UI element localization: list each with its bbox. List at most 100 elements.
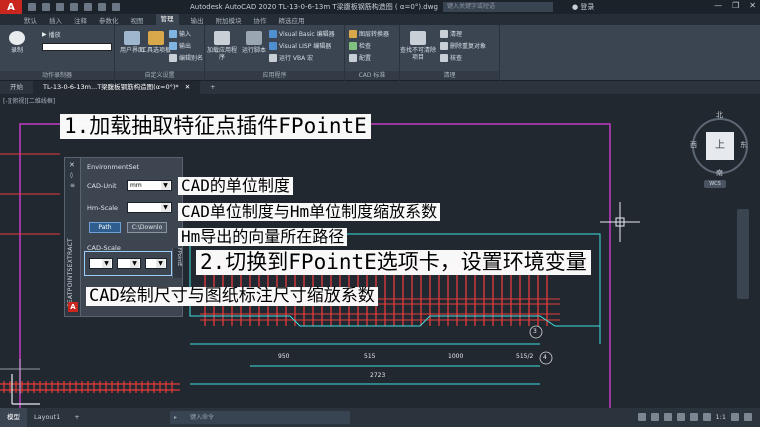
path-button[interactable]: Path (89, 222, 121, 233)
overkill-button[interactable]: 删除重复对象 (440, 41, 486, 50)
lisp-editor-icon (269, 41, 277, 50)
layer-translator-button[interactable]: 图层转换器 (349, 29, 389, 38)
ribbon-tab[interactable]: 注释 (74, 15, 87, 25)
check-button[interactable]: 检查 (349, 41, 371, 50)
export-button[interactable]: 输出 (169, 41, 191, 50)
compass-east[interactable]: 东 (740, 140, 747, 150)
play-button[interactable]: ▶ 播放 (42, 30, 61, 39)
audit-button[interactable]: 核查 (440, 53, 462, 62)
group-label: 清理 (400, 71, 499, 80)
edit-alias-icon (169, 53, 177, 62)
lineweight-icon[interactable] (702, 413, 711, 421)
ribbon-tab[interactable]: 参数化 (99, 15, 119, 25)
compass-west[interactable]: 西 (690, 140, 697, 150)
login-button[interactable]: ● 登录 (572, 2, 594, 12)
snap-icon[interactable] (650, 413, 659, 421)
vb-editor-button[interactable]: Visual Basic 编辑器 (269, 29, 335, 38)
import-icon (169, 29, 177, 38)
ribbon-tab[interactable]: 精选应用 (279, 15, 305, 25)
run-vba-button[interactable]: 运行 VBA 宏 (269, 53, 313, 62)
run-script-button[interactable]: 运行脚本 (239, 31, 269, 54)
lisp-editor-label: Visual LISP 编辑器 (279, 43, 332, 50)
annotation-scale-label[interactable]: 1:1 (716, 413, 726, 421)
cad-unit-dropdown[interactable]: mm ▼ (127, 180, 172, 191)
macro-dropdown[interactable] (42, 43, 112, 51)
palette-side-tab[interactable]: FPointE (172, 248, 182, 278)
open-icon[interactable] (42, 3, 50, 11)
osnap-icon[interactable] (689, 413, 698, 421)
viewcube-top-face[interactable]: 上 (706, 132, 734, 160)
ribbon-tab[interactable]: 视图 (131, 15, 144, 25)
configure-button[interactable]: 配置 (349, 53, 371, 62)
vb-editor-icon (269, 29, 277, 38)
ortho-icon[interactable] (663, 413, 672, 421)
navigation-bar[interactable] (737, 209, 749, 299)
search-input[interactable]: 键入关键字或短语 (443, 2, 553, 12)
undo-icon[interactable] (98, 3, 106, 11)
ribbon-tab[interactable]: 输出 (191, 15, 204, 25)
import-button[interactable]: 输入 (169, 29, 191, 38)
tab-layout1[interactable]: Layout1 (27, 408, 67, 427)
compass-north[interactable]: 北 (716, 110, 723, 120)
add-layout-button[interactable]: + (67, 408, 86, 427)
find-nonpurgeable-button[interactable]: 查找不可清除项目 (400, 31, 436, 61)
caption-step2: 2.切换到FPointE选项卡，设置环境变量 (196, 250, 591, 275)
chevron-down-icon: ▼ (161, 181, 170, 190)
left-rebar (0, 153, 60, 235)
compass-south[interactable]: 南 (716, 168, 723, 178)
restore-icon[interactable]: ❐ (732, 1, 739, 10)
run-vba-icon (269, 53, 277, 62)
purge-button[interactable]: 清理 (440, 29, 462, 38)
ribbon-tab-bar: 默认 插入 注释 参数化 视图 管理 输出 附加模块 协作 精选应用 (0, 14, 760, 25)
auto-hide-icon[interactable]: ◊ (70, 172, 73, 179)
load-app-button[interactable]: 加载应用程序 (207, 31, 237, 61)
tab-model[interactable]: 模型 (0, 408, 27, 427)
caption-path: Hm导出的向量所在路径 (178, 228, 348, 246)
dim-label: 2723 (370, 372, 386, 379)
close-icon[interactable]: ✕ (749, 1, 756, 10)
group-label: 应用程序 (205, 71, 344, 80)
dim-label: 515 (364, 353, 376, 360)
ribbon-tab[interactable]: 插入 (49, 15, 62, 25)
path-display[interactable]: C:\Downlo (127, 222, 167, 233)
app-logo-icon[interactable]: A (0, 0, 22, 14)
menu-icon[interactable] (744, 413, 752, 421)
user-interface-icon (124, 31, 140, 45)
wcs-menu[interactable]: WCS (704, 180, 726, 188)
command-input[interactable]: ▸ 键入命令 (170, 411, 350, 424)
new-tab-button[interactable]: + (200, 81, 225, 94)
palette-title-strip[interactable]: ✕ ◊ ≡ FEATPOINTSEXTRACT A (65, 158, 81, 316)
run-script-icon (246, 31, 262, 45)
tab-drawing[interactable]: TL-13-0-6-13m...T梁腹板钢筋构造图(α=0°)* ✕ (33, 81, 201, 94)
group-label: CAD 标准 (345, 71, 399, 80)
gear-icon[interactable] (731, 413, 739, 421)
tab-start[interactable]: 开始 (0, 81, 33, 94)
hm-scale-dropdown[interactable]: ▼ (127, 202, 172, 213)
record-button[interactable]: 录制 (2, 31, 32, 54)
polar-icon[interactable] (676, 413, 685, 421)
minimize-icon[interactable]: — (714, 1, 722, 10)
edit-alias-button[interactable]: 编辑别名 (169, 53, 203, 62)
group-label: 动作录制器 (0, 71, 114, 80)
close-tab-icon[interactable]: ✕ (185, 83, 190, 91)
viewcube[interactable]: 上 北 南 东 西 WCS (688, 110, 752, 190)
ribbon-tab[interactable]: 协作 (254, 15, 267, 25)
lisp-editor-button[interactable]: Visual LISP 编辑器 (269, 41, 331, 50)
save-icon[interactable] (56, 3, 64, 11)
close-palette-icon[interactable]: ✕ (69, 161, 75, 169)
grid-icon[interactable] (637, 413, 646, 421)
save-as-icon[interactable] (70, 3, 78, 11)
play-label: 播放 (48, 32, 61, 39)
dim-label: 515/2 (516, 353, 534, 360)
properties-icon[interactable]: ≡ (70, 182, 75, 189)
ribbon-tab[interactable]: 默认 (24, 15, 37, 25)
ribbon-tab[interactable]: 管理 (155, 14, 179, 25)
dim-label: 1000 (448, 353, 464, 360)
command-prompt-icon: ▸ (174, 414, 178, 421)
redo-icon[interactable] (112, 3, 120, 11)
plot-icon[interactable] (84, 3, 92, 11)
ribbon-tab[interactable]: 附加模块 (216, 15, 242, 25)
tool-palettes-button[interactable]: 工具选项板 (141, 31, 171, 54)
export-icon (169, 41, 177, 50)
new-icon[interactable] (28, 3, 36, 11)
